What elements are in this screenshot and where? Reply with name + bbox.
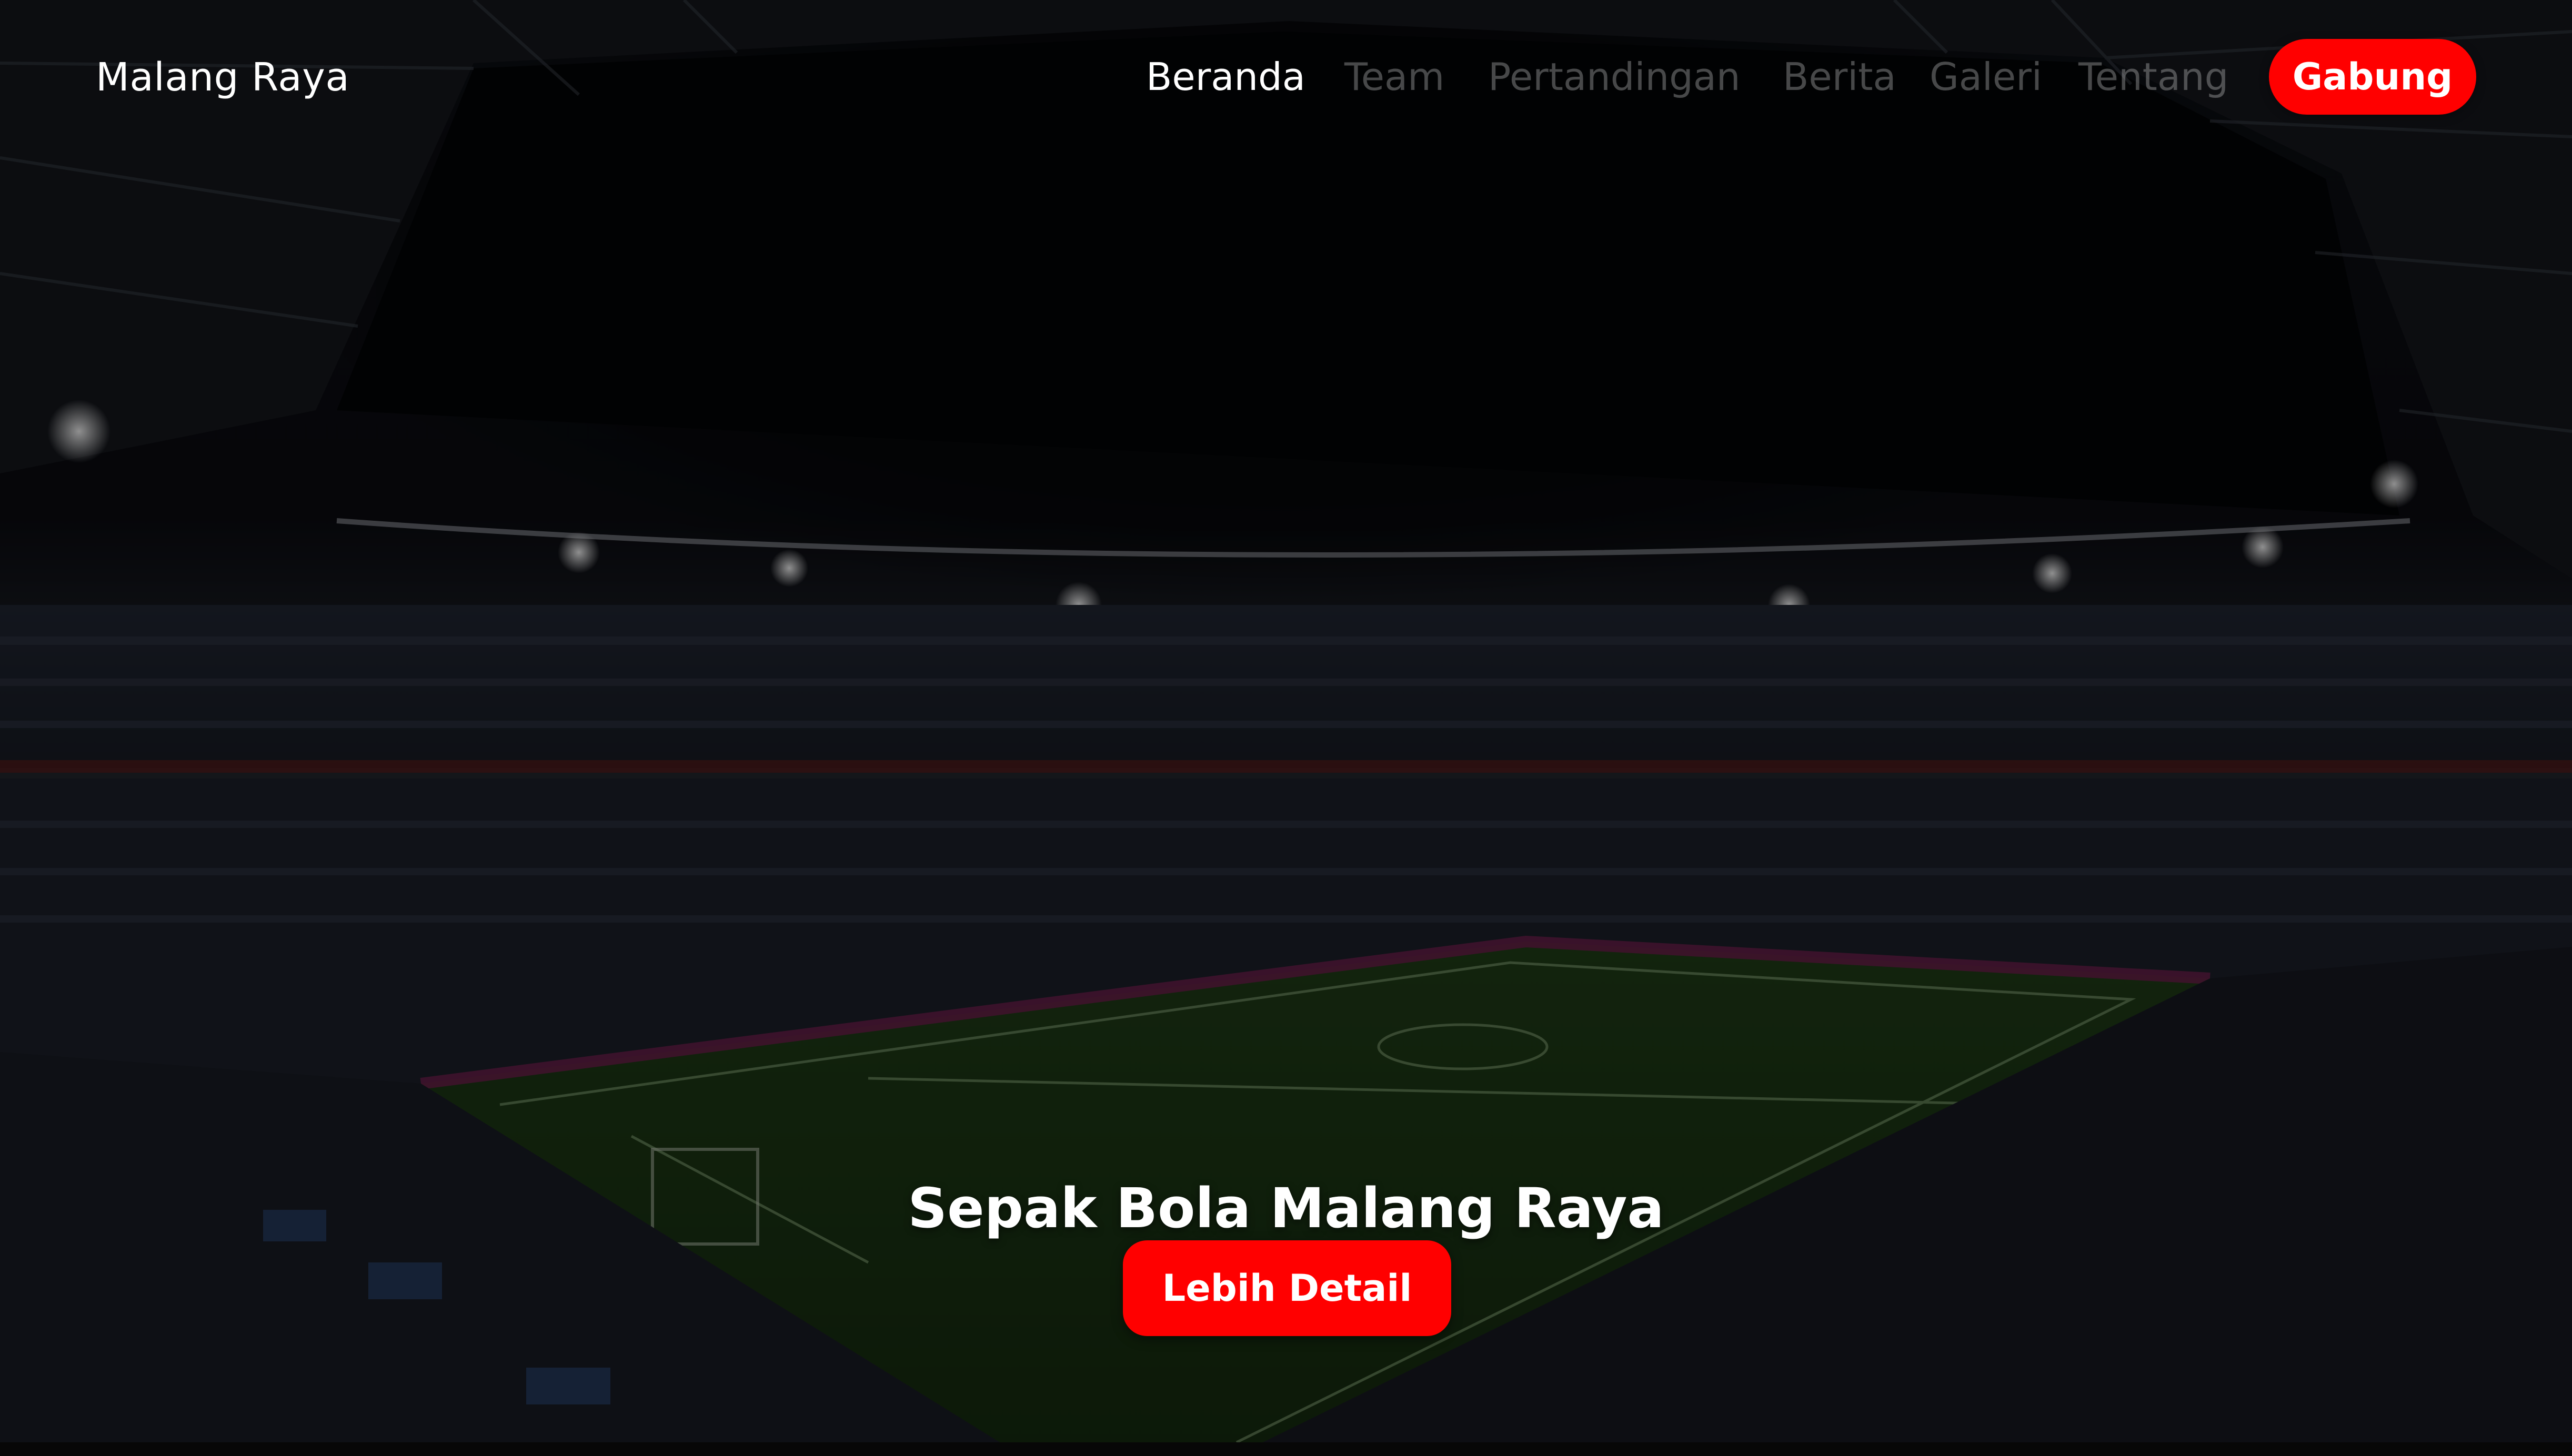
- nav-item-galeri[interactable]: Galeri: [1930, 55, 2042, 99]
- nav-item-team[interactable]: Team: [1344, 55, 1444, 99]
- nav-item-beranda[interactable]: Beranda: [1146, 55, 1305, 99]
- more-detail-button[interactable]: Lebih Detail: [1123, 1240, 1451, 1336]
- nav-item-pertandingan[interactable]: Pertandingan: [1488, 55, 1741, 99]
- join-button[interactable]: Gabung: [2269, 39, 2476, 115]
- nav-item-tentang[interactable]: Tentang: [2078, 55, 2228, 99]
- nav-item-berita[interactable]: Berita: [1783, 55, 1896, 99]
- hero-title: Sepak Bola Malang Raya: [908, 1176, 1664, 1240]
- navbar: Malang Raya Beranda Team Pertandingan Be…: [0, 0, 2572, 158]
- page-bottom-edge: [0, 1442, 2572, 1456]
- nav-menu: Beranda Team Pertandingan Berita Galeri …: [0, 55, 2572, 107]
